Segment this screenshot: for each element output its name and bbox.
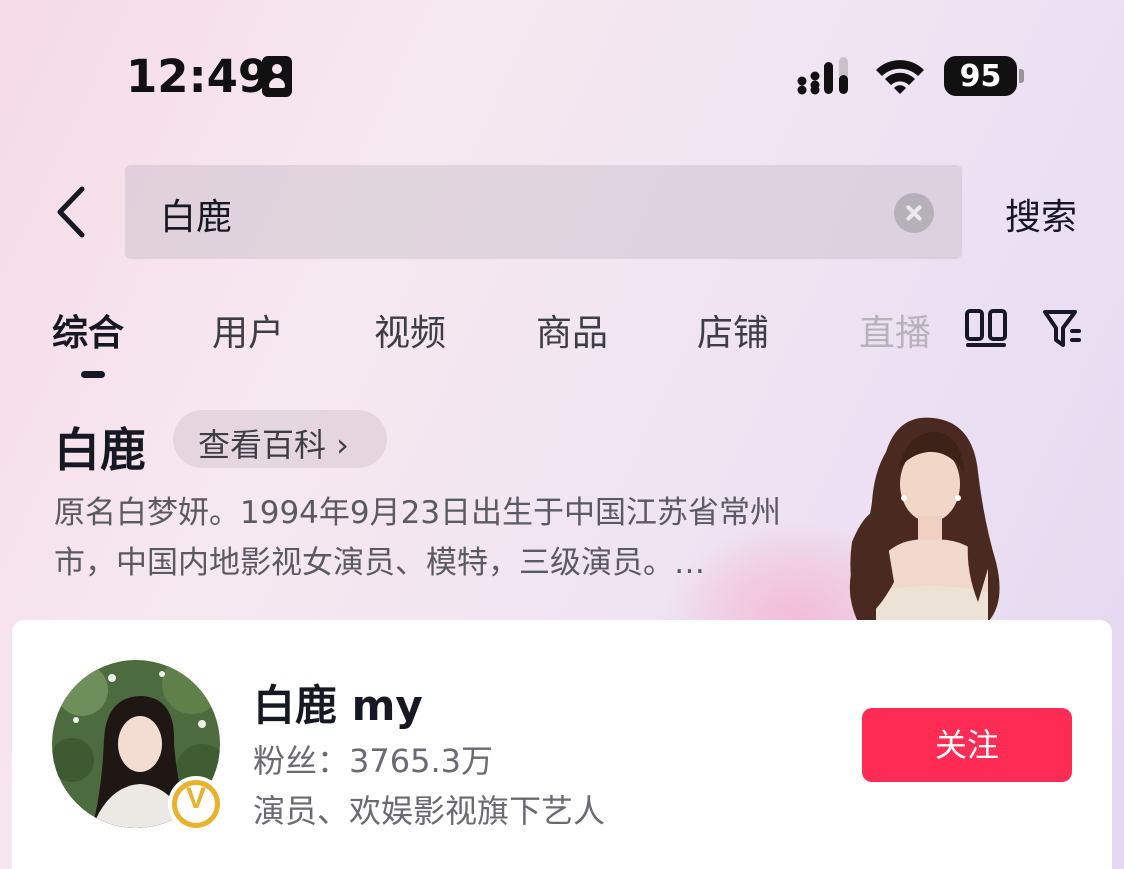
status-time: 12:49 xyxy=(126,50,270,103)
back-chevron-icon[interactable] xyxy=(52,185,88,239)
verified-badge-letter: V xyxy=(185,782,206,815)
tab-products[interactable]: 商品 xyxy=(536,304,608,356)
clear-icon[interactable] xyxy=(894,193,934,233)
verified-badge-icon: V xyxy=(168,776,224,832)
baike-title: 白鹿 xyxy=(54,423,146,477)
follow-button[interactable]: 关注 xyxy=(862,708,1072,782)
baike-link-label[interactable]: 查看百科 › xyxy=(198,420,349,466)
user-name[interactable]: 白鹿 my xyxy=(253,672,423,733)
follow-button-label[interactable]: 关注 xyxy=(935,708,999,782)
signal-icon xyxy=(797,57,848,95)
search-button[interactable]: 搜索 xyxy=(1005,188,1077,240)
wifi-icon xyxy=(876,60,924,94)
tab-active-indicator xyxy=(81,371,105,378)
tab-videos[interactable]: 视频 xyxy=(374,304,446,356)
filter-icon[interactable] xyxy=(1042,307,1084,349)
baike-description: 原名白梦妍。1994年9月23日出生于中国江苏省常州市，中国内地影视女演员、模特… xyxy=(54,495,782,581)
fans-count: 粉丝：3765.3万 xyxy=(253,742,493,780)
portrait-image xyxy=(849,417,1000,622)
search-input[interactable]: 白鹿 xyxy=(160,188,232,240)
tab-comprehensive[interactable]: 综合 xyxy=(52,304,124,356)
tab-shops[interactable]: 店铺 xyxy=(697,304,769,356)
tab-users[interactable]: 用户 xyxy=(212,304,284,356)
contact-card-icon xyxy=(262,56,292,97)
layout-toggle-icon[interactable] xyxy=(964,307,1008,349)
search-box[interactable] xyxy=(125,165,962,259)
user-bio: 演员、欢娱影视旗下艺人 xyxy=(253,792,606,830)
battery-icon: 95 xyxy=(944,56,1026,96)
tab-live[interactable]: 直播 xyxy=(859,304,931,356)
battery-percent: 95 xyxy=(959,59,1002,94)
